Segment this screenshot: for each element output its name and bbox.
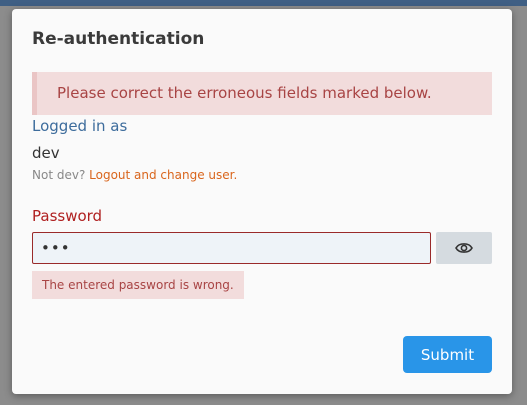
username: dev <box>32 144 60 162</box>
password-label: Password <box>32 207 103 225</box>
eye-icon <box>455 241 473 255</box>
logout-link[interactable]: Logout and change user. <box>89 168 237 182</box>
error-alert: Please correct the erroneous fields mark… <box>32 72 492 115</box>
error-alert-text: Please correct the erroneous fields mark… <box>57 84 432 102</box>
password-error: The entered password is wrong. <box>32 271 244 299</box>
page-header-bar <box>0 0 527 6</box>
logged-in-label: Logged in as <box>32 117 128 135</box>
password-input[interactable] <box>32 232 431 264</box>
submit-button[interactable]: Submit <box>403 336 492 373</box>
reauth-dialog: Re-authentication Please correct the err… <box>12 9 512 394</box>
show-password-button[interactable] <box>436 232 492 264</box>
not-user-line: Not dev? Logout and change user. <box>32 168 237 182</box>
not-user-prefix: Not dev? <box>32 168 86 182</box>
dialog-title: Re-authentication <box>32 29 205 49</box>
